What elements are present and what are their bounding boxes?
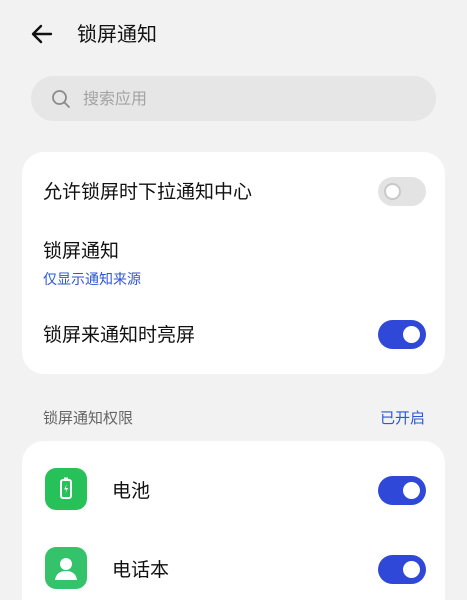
contacts-icon (45, 547, 87, 589)
toggle-knob (403, 326, 420, 343)
contacts-toggle[interactable] (378, 555, 426, 584)
section-label: 锁屏通知权限 (43, 409, 134, 427)
app-permissions-card: 电池 电话本 (22, 441, 445, 600)
search-input[interactable] (83, 89, 383, 108)
search-icon (52, 89, 70, 108)
app-label-battery: 电池 (112, 480, 151, 502)
lockscreen-notification-label[interactable]: 锁屏通知 (43, 238, 119, 264)
toggle-knob (403, 482, 420, 499)
wake-screen-toggle[interactable] (378, 320, 426, 349)
app-label-contacts: 电话本 (112, 559, 170, 581)
arrow-left-icon (31, 24, 53, 44)
lockscreen-notification-mode[interactable]: 仅显示通知来源 (43, 270, 141, 290)
header: 锁屏通知 (0, 0, 467, 70)
section-status[interactable]: 已开启 (380, 407, 425, 429)
toggle-knob (403, 561, 420, 578)
back-button[interactable] (28, 20, 56, 48)
search-bar[interactable] (31, 76, 436, 121)
pull-down-notification-label: 允许锁屏时下拉通知中心 (43, 181, 253, 203)
battery-icon (45, 468, 87, 510)
page-title: 锁屏通知 (77, 22, 157, 46)
battery-toggle[interactable] (378, 476, 426, 505)
wake-screen-label: 锁屏来通知时亮屏 (43, 324, 196, 346)
pull-down-notification-toggle[interactable] (378, 177, 426, 206)
lockscreen-settings-card: 允许锁屏时下拉通知中心 锁屏通知 仅显示通知来源 锁屏来通知时亮屏 (22, 152, 445, 374)
toggle-knob (384, 183, 401, 200)
